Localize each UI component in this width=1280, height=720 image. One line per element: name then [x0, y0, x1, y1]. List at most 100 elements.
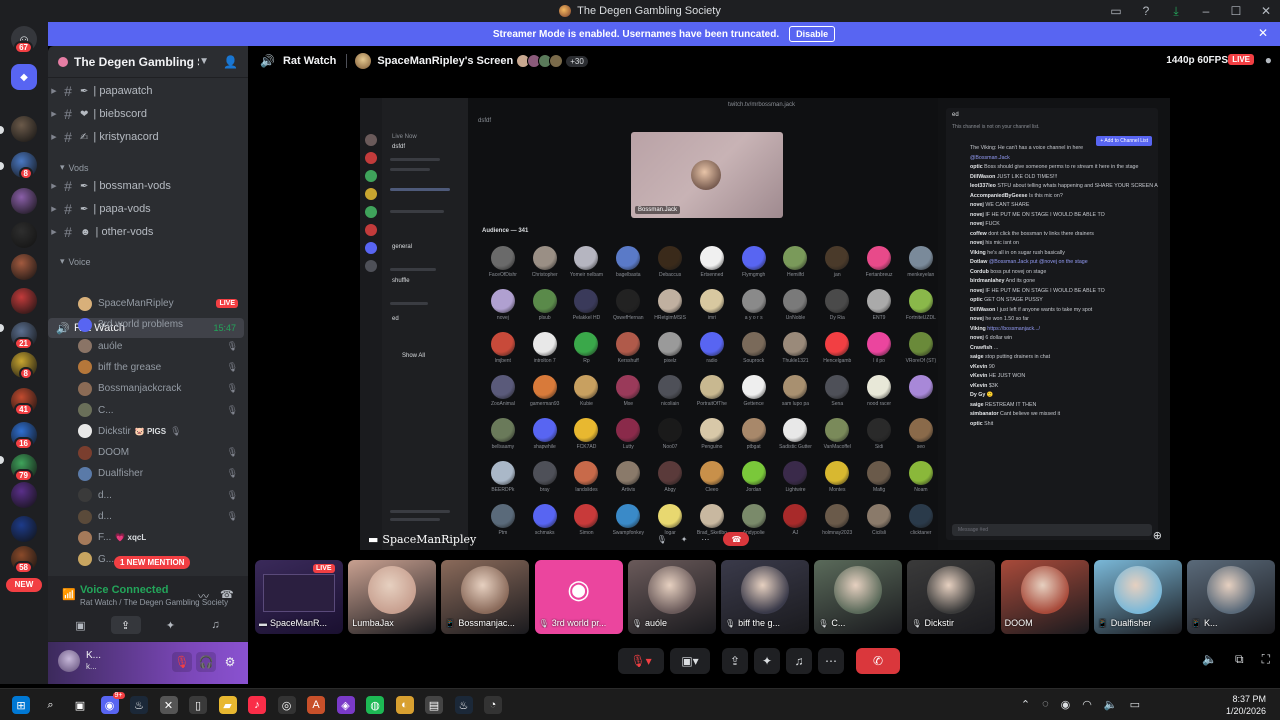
- server-icon[interactable]: [11, 254, 37, 280]
- close-window-button[interactable]: ✕: [1258, 4, 1274, 18]
- new-mention-pill[interactable]: 1 NEW MENTION: [114, 556, 191, 569]
- participant-tile[interactable]: DOOM: [1000, 560, 1089, 634]
- server-icon[interactable]: [11, 116, 37, 142]
- soundboard-icon[interactable]: ♫: [201, 616, 231, 634]
- voice-user[interactable]: 3rd world problems: [78, 315, 238, 334]
- voice-user[interactable]: F... 💗 xqcL: [78, 528, 238, 547]
- app-icon[interactable]: ▯: [189, 696, 207, 714]
- noise-suppression-icon[interactable]: 〰: [198, 588, 209, 604]
- discord-taskbar-icon[interactable]: ◉ 9+: [100, 692, 125, 714]
- disconnect-button[interactable]: ✆: [856, 648, 900, 674]
- server-icon[interactable]: 58: [11, 546, 37, 574]
- participant-tile[interactable]: 📱 Bossmanjac...: [441, 560, 530, 634]
- obs-icon[interactable]: ◔: [484, 696, 502, 714]
- voice-connected-status[interactable]: Voice Connected: [80, 584, 168, 596]
- server-icon[interactable]: 8: [11, 152, 37, 180]
- activities-icon[interactable]: ✦: [156, 616, 186, 634]
- participant-tile[interactable]: ◉ 🎙 3rd world pr...: [534, 560, 623, 634]
- participant-tile[interactable]: 🎙 auóle: [627, 560, 716, 634]
- help-icon[interactable]: ?: [1138, 4, 1154, 18]
- chrome-icon[interactable]: ◐: [395, 696, 414, 714]
- camera-toggle-button[interactable]: ▣▾: [670, 648, 710, 674]
- invite-people-icon[interactable]: 👤: [223, 55, 238, 69]
- app-icon[interactable]: A: [307, 696, 325, 714]
- server-icon[interactable]: [11, 288, 37, 314]
- category-vods[interactable]: ▾ Vods: [60, 162, 89, 173]
- participant-tile[interactable]: 🎙 Dickstir: [907, 560, 996, 634]
- participant-tile[interactable]: LumbaJax: [348, 560, 437, 634]
- disconnect-icon[interactable]: ☎: [220, 588, 234, 601]
- viewer-count-more[interactable]: +30: [566, 55, 588, 67]
- participant-tile[interactable]: 📱 K...: [1187, 560, 1275, 634]
- voice-user[interactable]: Bossmanjackcrack 🎙: [78, 379, 238, 398]
- voice-user[interactable]: d... 🎙: [78, 507, 238, 526]
- server-icon[interactable]: 79: [11, 454, 37, 482]
- participant-tile[interactable]: 🎙 C...: [814, 560, 903, 634]
- pop-out-icon[interactable]: ⧉: [1235, 652, 1244, 667]
- volume-icon[interactable]: 🔈: [1202, 652, 1217, 667]
- stream-video[interactable]: Live Now dsfdf general shuffle ed Show A…: [360, 98, 1170, 550]
- battery-icon[interactable]: ▭: [1130, 698, 1140, 711]
- maximize-button[interactable]: ☐: [1228, 4, 1244, 18]
- volume-tray-icon[interactable]: 🔈: [1104, 698, 1118, 711]
- user-avatar[interactable]: [58, 650, 80, 672]
- search-icon[interactable]: ⌕: [42, 696, 60, 714]
- voice-user[interactable]: C... 🎙: [78, 401, 238, 420]
- voice-user[interactable]: biff the grease 🎙: [78, 358, 238, 377]
- taskbar-clock[interactable]: 8:37 PM 1/20/2026: [1226, 693, 1266, 717]
- folder-icon[interactable]: ▰: [218, 696, 237, 714]
- discord-home-icon[interactable]: ☺ 67: [11, 26, 37, 54]
- guild-header[interactable]: The Degen Gambling So... ▼ 👤: [48, 46, 248, 78]
- participant-tile[interactable]: LIVE ▬ SpaceManR...: [255, 560, 343, 634]
- text-channel-other-vods[interactable]: ▶ # ☻ | other-vods: [48, 222, 153, 242]
- server-icon[interactable]: 21: [11, 322, 37, 350]
- task-view-icon[interactable]: ▣: [71, 696, 89, 714]
- soundboard-button[interactable]: ♫: [786, 648, 812, 674]
- server-icon[interactable]: [11, 482, 37, 508]
- more-options-button[interactable]: ⋯: [818, 648, 844, 674]
- voice-user[interactable]: DOOM 🎙: [78, 443, 238, 462]
- voice-user[interactable]: d... 🎙: [78, 486, 238, 505]
- download-icon[interactable]: ⤓: [1168, 4, 1184, 19]
- steam-icon[interactable]: ♨: [130, 696, 148, 714]
- stream-options-icon[interactable]: ●: [1265, 53, 1272, 67]
- category-voice[interactable]: ▾ Voice: [60, 256, 91, 267]
- participant-tile[interactable]: 📱 Dualfisher: [1093, 560, 1182, 634]
- fullscreen-icon[interactable]: ⛶: [1262, 652, 1270, 667]
- zoom-icon[interactable]: ⊕: [1153, 529, 1162, 542]
- text-channel-biebscord[interactable]: ▶ # ❤ | biebscord: [48, 104, 147, 124]
- text-channel-papawatch[interactable]: ▶ # ✒ | papawatch: [48, 81, 152, 101]
- server-icon[interactable]: [11, 222, 37, 248]
- stream-viewers[interactable]: [516, 54, 564, 68]
- new-unreads-pill[interactable]: NEW: [6, 578, 42, 592]
- participant-tile[interactable]: 🎙 biff the g...: [721, 560, 809, 634]
- voice-user[interactable]: Dualfisher 🎙: [78, 464, 238, 483]
- steam-icon[interactable]: ♨: [454, 696, 473, 714]
- server-icon[interactable]: 8: [11, 352, 37, 380]
- voice-user[interactable]: auóle 🎙: [78, 337, 238, 356]
- server-icon[interactable]: 41: [11, 388, 37, 416]
- text-channel-papa-vods[interactable]: ▶ # ✒ | papa-vods: [48, 199, 150, 219]
- windows-start-icon[interactable]: ⊞: [12, 696, 30, 714]
- tray-app-icon[interactable]: ◌: [1042, 698, 1049, 711]
- music-icon[interactable]: ♪: [248, 696, 266, 714]
- tray-chevron-icon[interactable]: ⌃: [1021, 698, 1030, 711]
- share-screen-icon[interactable]: ⇪: [110, 616, 141, 634]
- app-icon[interactable]: ▤: [425, 696, 443, 714]
- tray-app-icon[interactable]: ◉: [1061, 698, 1071, 711]
- spotify-icon[interactable]: ◍: [366, 696, 384, 714]
- app-icon[interactable]: ◈: [336, 696, 355, 714]
- server-icon[interactable]: 16: [11, 422, 37, 450]
- app-icon[interactable]: ✕: [159, 696, 178, 714]
- mute-icon[interactable]: 🎙: [172, 652, 192, 672]
- disable-streamer-mode-button[interactable]: Disable: [789, 26, 836, 42]
- direct-messages-icon[interactable]: ◆: [11, 64, 37, 90]
- server-icon[interactable]: [11, 188, 37, 214]
- server-icon[interactable]: [11, 516, 37, 542]
- camera-icon[interactable]: ▣: [66, 616, 96, 634]
- mute-mic-button[interactable]: 🎙▾: [618, 648, 664, 674]
- inbox-icon[interactable]: ▭: [1108, 4, 1124, 18]
- close-banner-icon[interactable]: ✕: [1258, 26, 1268, 40]
- minimize-button[interactable]: –: [1198, 4, 1214, 18]
- app-icon[interactable]: ◎: [277, 696, 296, 714]
